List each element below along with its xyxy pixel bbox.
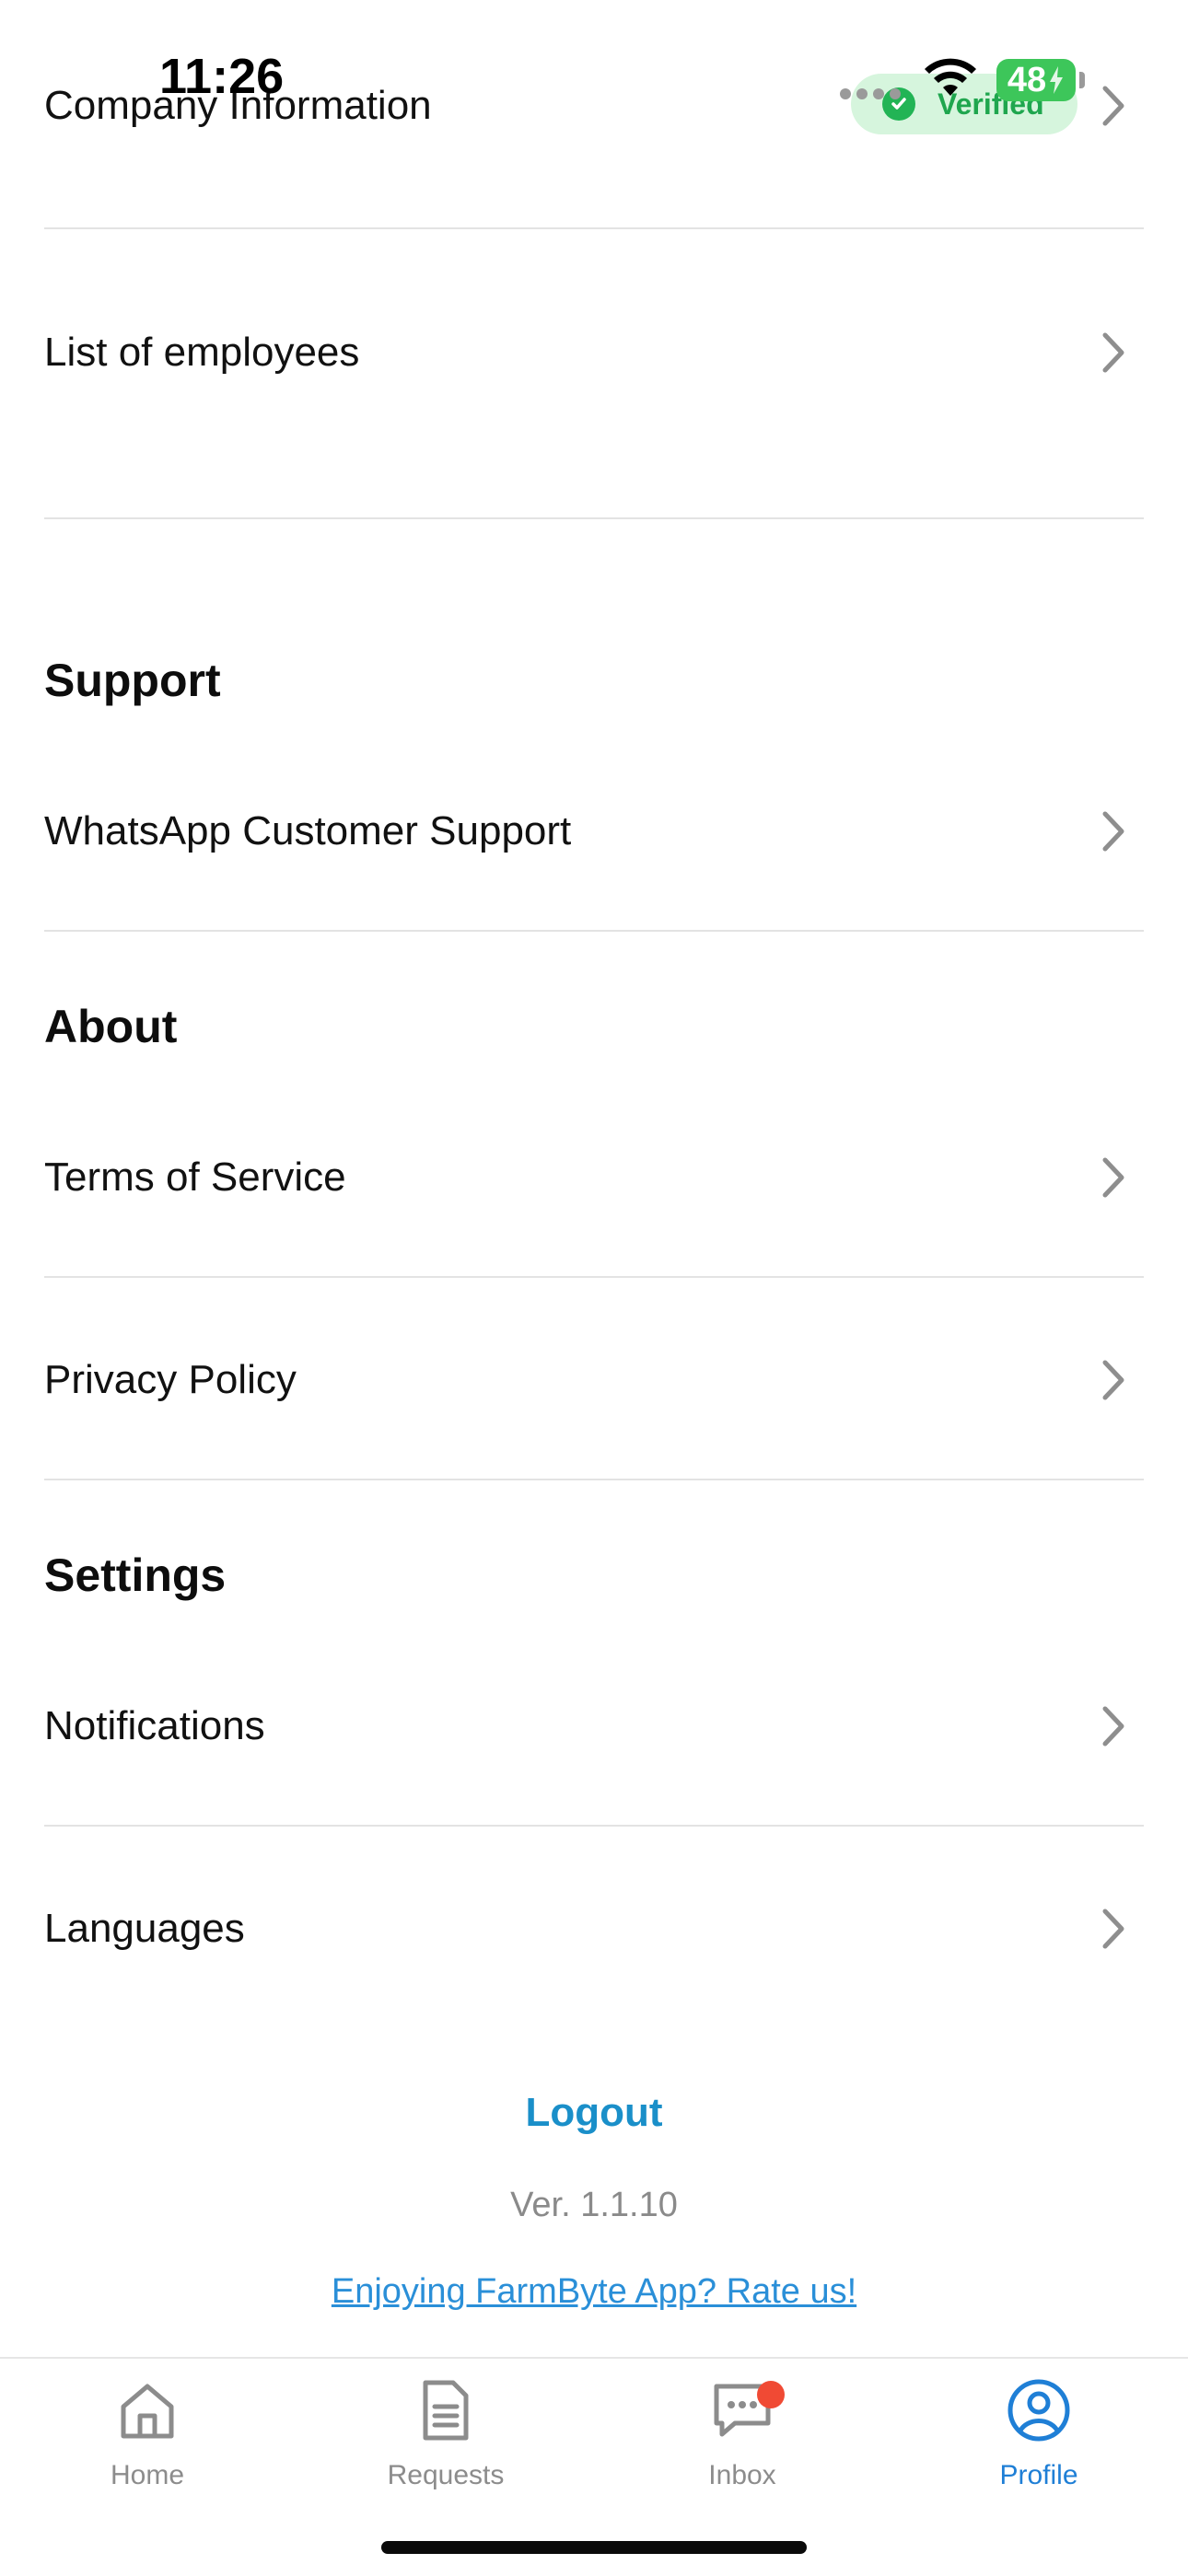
divider <box>44 517 1144 519</box>
chevron-right-icon <box>1102 1360 1124 1400</box>
divider <box>44 930 1144 932</box>
row-notifications[interactable]: Notifications <box>44 1696 1144 1757</box>
tab-label: Home <box>110 2460 185 2490</box>
section-heading-settings: Settings <box>44 1549 227 1601</box>
document-icon <box>423 2380 469 2441</box>
check-circle-icon <box>882 87 915 121</box>
tab-home[interactable]: Home <box>37 2377 258 2515</box>
tab-label: Inbox <box>708 2460 776 2490</box>
chevron-right-icon <box>1102 1157 1124 1198</box>
verified-badge: Verified <box>851 74 1077 134</box>
row-label: Company Information <box>44 83 432 128</box>
tab-label: Profile <box>999 2460 1078 2490</box>
chevron-right-icon <box>1102 1706 1124 1746</box>
divider <box>44 227 1144 229</box>
row-label: Privacy Policy <box>44 1357 297 1402</box>
home-indicator <box>381 2541 807 2554</box>
tab-label: Requests <box>387 2460 505 2490</box>
chevron-right-icon <box>1102 811 1124 852</box>
section-heading-about: About <box>44 1001 178 1052</box>
tab-inbox[interactable]: Inbox <box>632 2377 853 2515</box>
row-whatsapp-support[interactable]: WhatsApp Customer Support <box>44 801 1144 862</box>
row-languages[interactable]: Languages <box>44 1898 1144 1959</box>
row-privacy-policy[interactable]: Privacy Policy <box>44 1350 1144 1410</box>
tab-profile[interactable]: Profile <box>928 2377 1149 2515</box>
verified-label: Verified <box>938 87 1044 121</box>
row-label: Terms of Service <box>44 1155 346 1200</box>
row-label: Languages <box>44 1906 245 1951</box>
user-circle-icon <box>1007 2379 1070 2442</box>
chevron-right-icon <box>1102 1909 1124 1949</box>
divider <box>44 1479 1144 1480</box>
notification-badge <box>757 2381 785 2408</box>
row-label: List of employees <box>44 330 360 375</box>
row-label: Notifications <box>44 1703 265 1748</box>
chevron-right-icon <box>1102 86 1124 126</box>
logout-button[interactable]: Logout <box>0 2090 1188 2136</box>
chevron-right-icon <box>1102 332 1124 373</box>
rate-app-link[interactable]: Enjoying FarmByte App? Rate us! <box>0 2272 1188 2312</box>
app-version: Ver. 1.1.10 <box>510 2186 678 2224</box>
row-label: WhatsApp Customer Support <box>44 808 572 853</box>
row-list-of-employees[interactable]: List of employees <box>44 322 1144 383</box>
row-terms-of-service[interactable]: Terms of Service <box>44 1147 1144 1208</box>
divider <box>44 1276 1144 1278</box>
divider <box>44 1825 1144 1827</box>
home-icon <box>121 2384 174 2439</box>
section-heading-support: Support <box>44 655 221 706</box>
tab-requests[interactable]: Requests <box>335 2377 556 2515</box>
